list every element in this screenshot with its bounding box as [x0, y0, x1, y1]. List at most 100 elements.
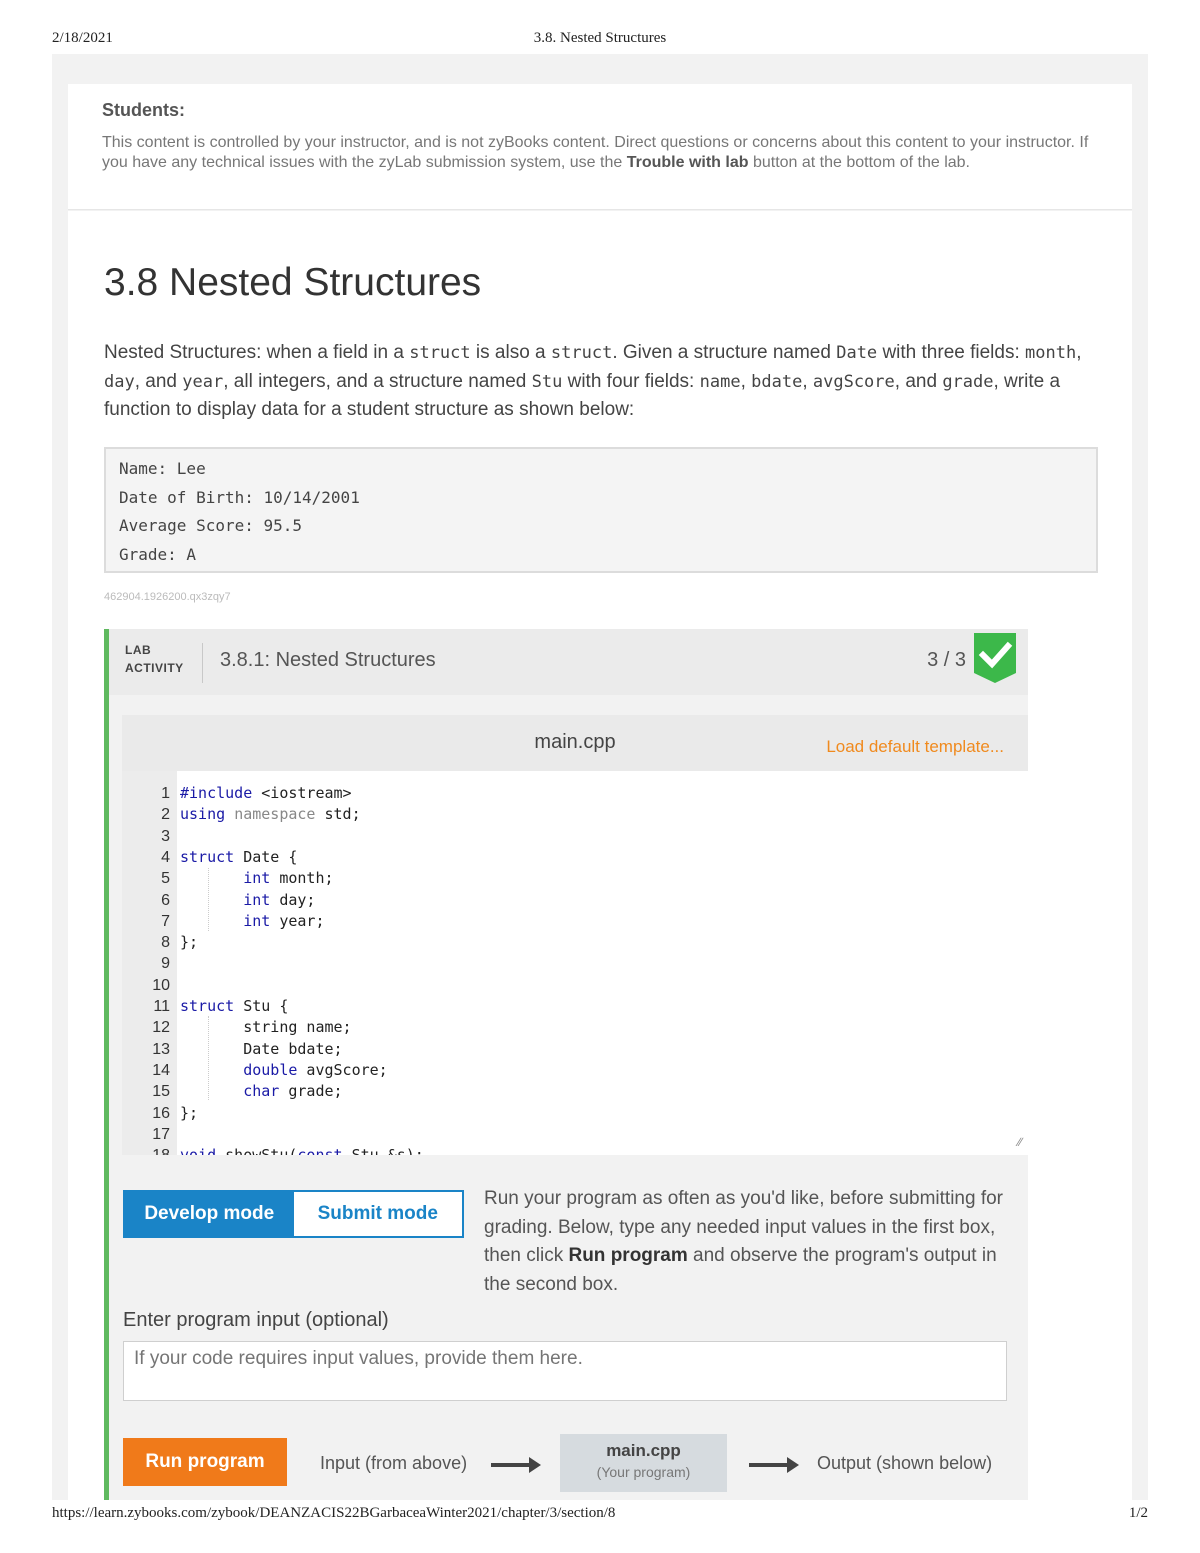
line-text: using namespace std;	[180, 804, 361, 825]
line-number: 11	[153, 998, 170, 1015]
code-token: Date {	[234, 847, 298, 866]
line-text: struct Stu {	[180, 996, 288, 1017]
code-line: 3	[122, 826, 1028, 847]
code-token: using	[180, 805, 226, 824]
flow-output-label: Output (shown below)	[817, 1453, 993, 1473]
code-line: 6 int day;	[122, 890, 1028, 911]
code-token: showStu(	[216, 1146, 297, 1155]
print-footer: https://learn.zybooks.com/zybook/DEANZAC…	[52, 1505, 1148, 1525]
print-header: 2/18/2021 3.8. Nested Structures	[52, 30, 1148, 50]
page-frame: Students: This content is controlled by …	[52, 54, 1148, 1500]
code-area[interactable]: 1 #include <iostream> 2 using namespace std…	[122, 771, 1028, 1155]
load-default-template-link[interactable]: Load default template...	[826, 737, 1004, 757]
code-line: 12 string name;	[122, 1017, 1028, 1038]
code-line: 14 double avgScore;	[122, 1060, 1028, 1081]
code-token: grade;	[279, 1082, 343, 1101]
program-input-field[interactable]	[123, 1341, 1007, 1401]
code-token: month;	[270, 869, 334, 888]
line-text: int month;	[180, 868, 334, 889]
code-token: std;	[315, 805, 361, 824]
line-text: struct Date {	[180, 847, 297, 868]
code-line: 1 #include <iostream>	[122, 783, 1028, 804]
code-line: 11 struct Stu {	[122, 996, 1028, 1017]
code-token: int	[243, 869, 271, 888]
code-line: 15 char grade;	[122, 1081, 1028, 1102]
arrow-right-icon	[749, 1457, 799, 1473]
code-token: struct	[180, 997, 235, 1015]
arrow-right-icon	[491, 1457, 541, 1473]
notice-heading: Students:	[102, 100, 185, 120]
code-line: 10	[122, 975, 1028, 996]
program-input-label: Enter program input (optional)	[123, 1309, 389, 1331]
run-program-button[interactable]: Run program	[123, 1438, 287, 1486]
flow-input-label: Input (from above)	[320, 1453, 468, 1473]
line-number: 12	[152, 1019, 170, 1037]
line-text: };	[180, 1103, 198, 1124]
code-token: avgScore;	[297, 1060, 388, 1079]
code-token: Stu &s);	[343, 1146, 424, 1155]
print-title: 3.8. Nested Structures	[533, 30, 667, 46]
trouble-with-lab-ref: Trouble with lab	[626, 154, 749, 171]
line-text: };	[180, 932, 198, 953]
code-token: <iostream>	[252, 784, 352, 802]
line-number: 1	[161, 785, 170, 802]
editor-header: main.cpp Load default template...	[122, 715, 1028, 771]
resize-handle-icon[interactable]: ∕∕	[1018, 1135, 1022, 1149]
code-token: int	[243, 890, 271, 909]
print-page-number: 1/2	[1128, 1505, 1148, 1521]
code-token: const	[297, 1146, 342, 1155]
program-name: main.cpp	[606, 1441, 681, 1460]
line-text: Date bdate;	[180, 1039, 343, 1060]
line-text: double avgScore;	[180, 1060, 388, 1081]
line-number: 4	[161, 848, 170, 866]
notice-text: This content is controlled by your instr…	[102, 134, 1089, 171]
code-line: 13 Date bdate;	[122, 1039, 1028, 1060]
line-number: 16	[152, 1104, 170, 1122]
code-editor[interactable]: main.cpp Load default template... 1 #incl…	[122, 715, 1028, 1155]
line-text: string name;	[180, 1017, 352, 1038]
code-token: char	[243, 1082, 280, 1101]
section-content: 3.8 Nested Structures Nested Structures:…	[68, 211, 1132, 1500]
code-line: 4 struct Date {	[122, 847, 1028, 868]
line-number: 7	[161, 912, 170, 930]
code-token: int	[243, 911, 271, 930]
line-number: 5	[161, 870, 170, 888]
code-line: 8};	[122, 932, 1028, 953]
code-token: Date bdate;	[180, 1039, 343, 1058]
code-line: 18 void showStu(const Stu &s);	[122, 1145, 1028, 1155]
line-number: 8	[161, 934, 170, 952]
code-token: double	[243, 1060, 298, 1079]
submit-mode-button[interactable]: Submit mode	[293, 1192, 462, 1236]
code-line: 17	[122, 1124, 1028, 1145]
code-token: year;	[270, 911, 325, 930]
code-token: namespace	[234, 805, 316, 824]
line-text: char grade;	[180, 1081, 343, 1102]
lab-title: 3.8.1: Nested Structures	[220, 649, 436, 671]
lab-activity-tag: LAB ACTIVITY	[125, 643, 184, 675]
line-text: #include <iostream>	[180, 783, 352, 804]
content-id: 462904.1926200.qx3zqy7	[104, 591, 231, 603]
code-line: 5 int month;	[122, 868, 1028, 889]
code-line: 9	[122, 953, 1028, 974]
develop-mode-button[interactable]: Develop mode	[125, 1192, 294, 1236]
run-instructions: Run your program as often as you'd like,…	[484, 1188, 1004, 1295]
line-number: 13	[152, 1040, 170, 1058]
line-number: 2	[161, 806, 170, 824]
code-token: string name;	[180, 1018, 352, 1037]
line-number: 18	[122, 1145, 170, 1155]
code-line: 16};	[122, 1103, 1028, 1124]
code-token: #include	[180, 784, 253, 802]
mode-toggle: Develop mode Submit mode	[123, 1190, 464, 1238]
lab-score: 3 / 3	[927, 649, 966, 671]
line-text: int day;	[180, 890, 315, 911]
line-number: 17	[152, 1125, 170, 1143]
line-number: 6	[161, 891, 170, 909]
line-number: 3	[161, 827, 170, 845]
code-token: };	[180, 933, 199, 952]
header-divider	[202, 643, 203, 683]
